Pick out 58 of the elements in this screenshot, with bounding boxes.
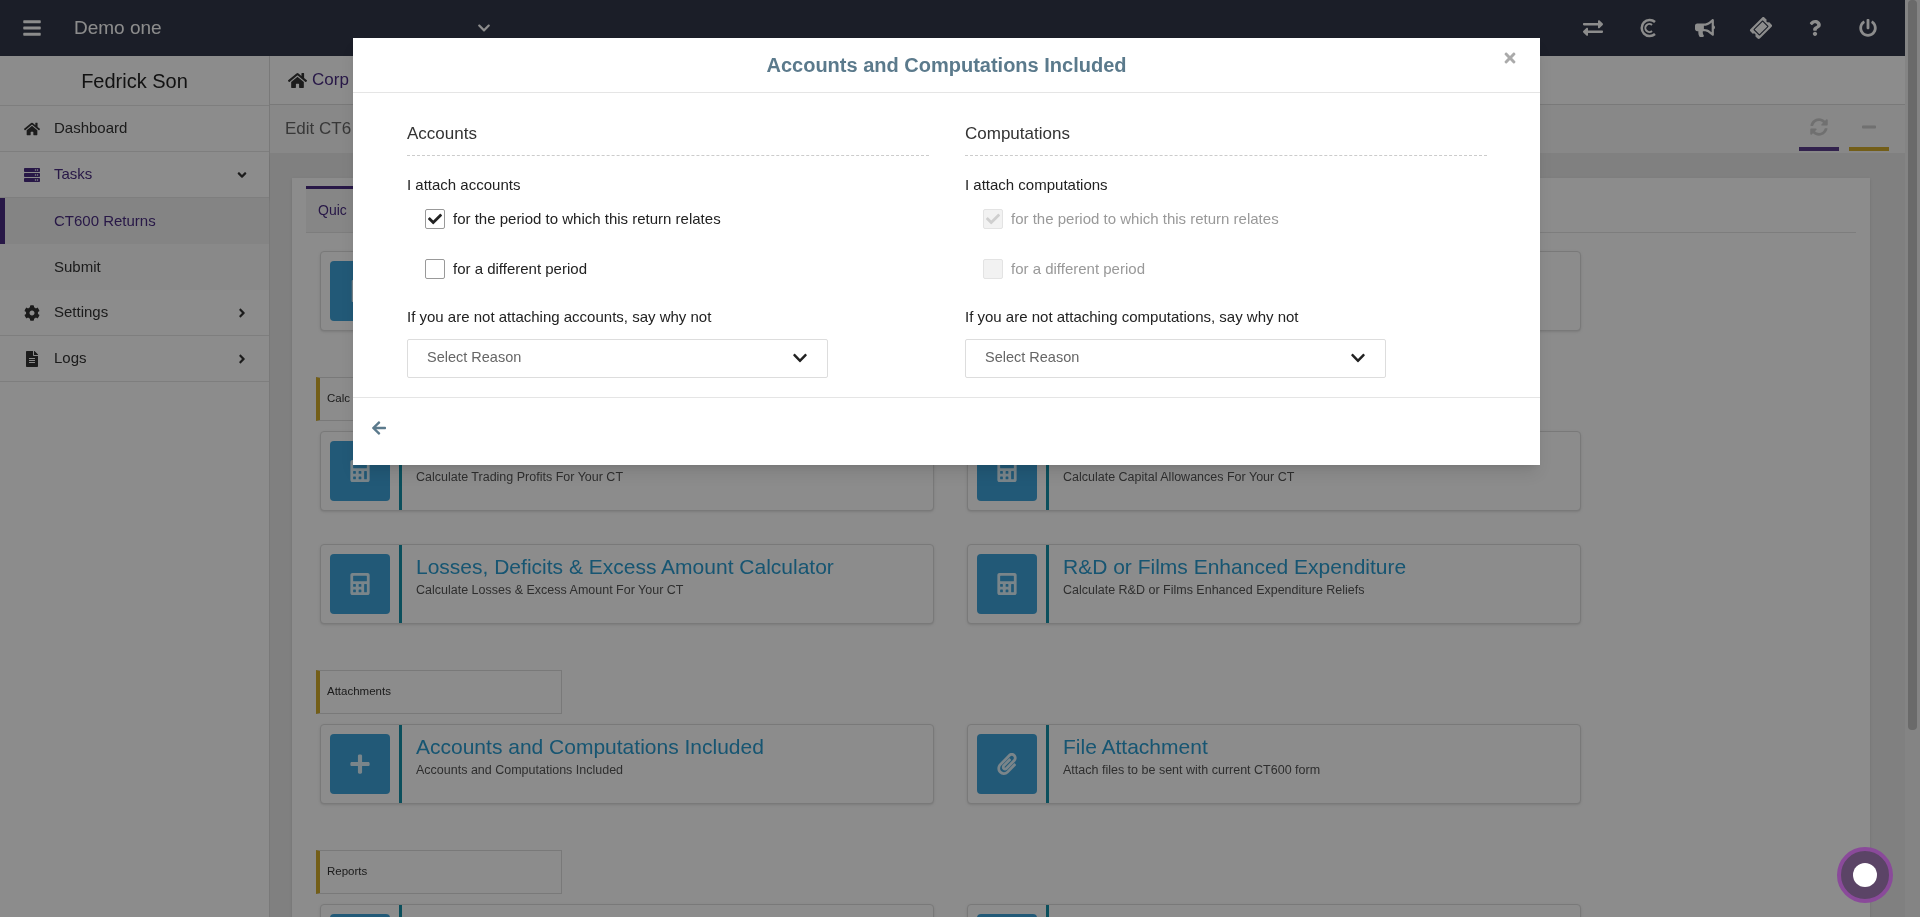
card-title: Accounts and Computations Included — [416, 734, 764, 760]
modal-title: Accounts and Computations Included — [766, 53, 1127, 78]
check-icon — [428, 212, 442, 227]
checkbox-label: for a different period — [1011, 258, 1145, 279]
server-icon — [24, 166, 40, 183]
section-label: Reports — [316, 850, 562, 894]
card-title: Losses, Deficits & Excess Amount Calculator — [416, 554, 834, 580]
checkbox[interactable] — [425, 258, 445, 279]
power-icon[interactable] — [1859, 19, 1877, 37]
field-prompt: I attach accounts — [407, 174, 522, 195]
paperclip-icon — [996, 753, 1018, 775]
field-label: If you are not attaching accounts, say why not — [407, 307, 713, 327]
home-icon — [288, 70, 307, 90]
home-icon — [24, 120, 40, 137]
feature-card[interactable]: Losses, Deficits & Excess Amount Calculator Calculate Losses & Excess Amount For Your CT — [320, 544, 934, 624]
card-description: Calculate R&D or Films Enhanced Expenditure Reliefs — [1063, 582, 1366, 599]
checkbox-label: for a different period — [453, 258, 587, 279]
help-icon[interactable] — [1807, 20, 1823, 36]
back-arrow-icon[interactable] — [371, 419, 387, 436]
scrollbar[interactable] — [1905, 0, 1920, 917]
reason-select[interactable]: Select Reason — [407, 338, 828, 378]
sidebar-item[interactable]: Settings — [0, 290, 269, 336]
gear-icon — [24, 304, 40, 321]
sidebar-item[interactable]: Logs — [0, 336, 269, 382]
checkbox[interactable] — [425, 209, 445, 230]
refresh-icon — [1810, 118, 1828, 136]
swap-arrows-icon[interactable] — [1583, 18, 1603, 38]
menu-icon[interactable] — [22, 18, 42, 38]
card-description: Attach files to be sent with current CT600 form — [1063, 762, 1321, 779]
column-heading: Accounts — [407, 124, 477, 143]
card-description: Calculate Losses & Excess Amount For Your CT — [416, 582, 685, 599]
field-label: If you are not attaching computations, say why not — [965, 307, 1300, 327]
page-title: Edit CT6 — [285, 118, 352, 141]
column-heading: Computations — [965, 124, 1070, 143]
plus-icon — [349, 753, 371, 775]
card-title: File Attachment — [1063, 734, 1209, 760]
feature-card[interactable]: R&D or Films Enhanced Expenditure Calculate R&D or Films Enhanced Expenditure Reliefs — [967, 544, 1581, 624]
sidebar-subitem[interactable]: CT600 Returns — [0, 198, 269, 244]
card-description: Calculate Trading Profits For Your CT — [416, 469, 624, 486]
feature-card[interactable]: File Attachment Attach files to be sent with current CT600 form — [967, 724, 1581, 804]
card-description: Accounts and Computations Included — [416, 762, 625, 779]
document-icon — [24, 350, 40, 367]
breadcrumb[interactable]: Corp — [312, 67, 349, 93]
checkbox-label: for the period to which this return relates — [1011, 209, 1279, 229]
sidebar-item[interactable]: Dashboard — [0, 106, 269, 152]
calculator-icon — [349, 573, 371, 595]
megaphone-icon[interactable] — [1695, 18, 1715, 38]
section-label: Attachments — [316, 670, 562, 714]
card-description: Calculate Capital Allowances For Your CT — [1063, 469, 1295, 486]
reason-select[interactable]: Select Reason — [965, 338, 1386, 378]
calculator-icon — [996, 573, 1018, 595]
checkbox-label: for the period to which this return relates — [453, 209, 721, 229]
feature-card[interactable]: Accounts and Computations Included Accounts and Computations Included — [320, 724, 934, 804]
user-name: Fedrick Son — [81, 68, 188, 94]
check-icon — [986, 212, 1000, 227]
card-title: R&D or Films Enhanced Expenditure — [1063, 554, 1407, 580]
field-prompt: I attach computations — [965, 174, 1109, 195]
company-name: Demo one — [74, 15, 162, 40]
